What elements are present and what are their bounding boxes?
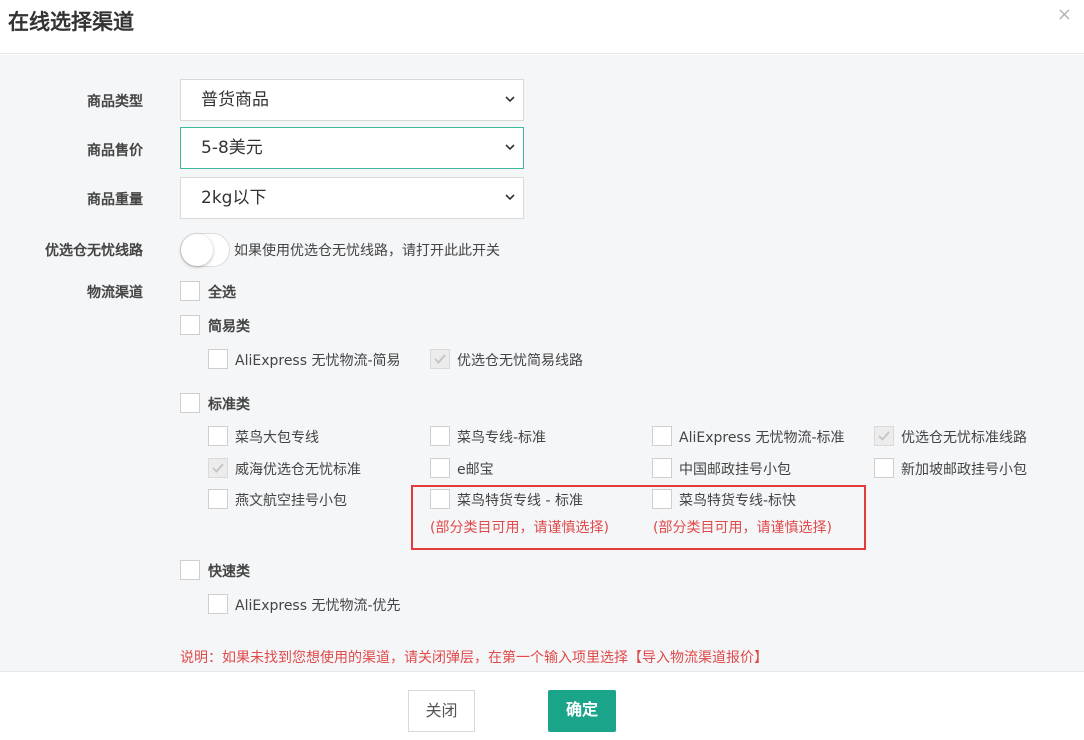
channel-label: 菜鸟专线-标准 [457,430,547,446]
chevron-down-icon [505,144,515,151]
channel-checkbox[interactable] [874,426,894,446]
channel-label: AliExpress 无忧物流-优先 [235,598,401,614]
goods-weight-value: 2kg以下 [201,188,267,208]
preferred-warehouse-label: 优选仓无忧线路 [45,243,143,259]
channel-checkbox[interactable] [430,458,450,478]
check-icon [212,463,224,473]
group-simple-label: 简易类 [208,319,250,335]
goods-weight-select[interactable]: 2kg以下 [180,177,524,219]
channel-checkbox[interactable] [430,426,450,446]
channel-label: e邮宝 [457,462,494,478]
channel-label: 中国邮政挂号小包 [679,462,791,478]
channel-checkbox[interactable] [430,489,450,509]
channel-label: AliExpress 无忧物流-简易 [235,353,401,369]
preferred-warehouse-toggle[interactable] [180,233,230,267]
channel-label: 新加坡邮政挂号小包 [901,462,1027,478]
chevron-down-icon [505,194,515,201]
channel-checkbox[interactable] [652,458,672,478]
channel-label: 菜鸟特货专线 - 标准 [457,493,583,509]
goods-price-label: 商品售价 [87,143,143,159]
channel-checkbox[interactable] [208,349,228,369]
channel-checkbox[interactable] [874,458,894,478]
goods-price-value: 5-8美元 [201,138,263,158]
select-all-checkbox[interactable] [180,281,200,301]
channel-checkbox[interactable] [208,594,228,614]
select-all-label: 全选 [208,285,236,301]
group-simple-checkbox[interactable] [180,315,200,335]
channel-warning: (部分类目可用，请谨慎选择) [430,520,609,536]
dialog-footer [0,671,1084,740]
channel-label: 优选仓无忧标准线路 [901,430,1027,446]
channel-checkbox[interactable] [430,349,450,369]
goods-type-value: 普货商品 [201,90,269,110]
dialog-header [0,0,1084,54]
logistics-channel-label: 物流渠道 [87,285,143,301]
confirm-button[interactable]: 确定 [548,690,616,732]
channel-warning: (部分类目可用，请谨慎选择) [653,520,832,536]
goods-type-select[interactable]: 普货商品 [180,79,524,121]
check-icon [434,354,446,364]
chevron-down-icon [505,96,515,103]
channel-label: 燕文航空挂号小包 [235,493,347,509]
group-standard-checkbox[interactable] [180,393,200,413]
channel-label: 菜鸟特货专线-标快 [679,493,797,509]
preferred-warehouse-hint: 如果使用优选仓无忧线路，请打开此此开关 [234,243,500,259]
group-express-label: 快速类 [208,564,250,580]
dialog-title: 在线选择渠道 [8,10,134,34]
channel-checkbox[interactable] [652,489,672,509]
group-express-checkbox[interactable] [180,560,200,580]
help-note: 说明：如果未找到您想使用的渠道，请关闭弹层，在第一个输入项里选择【导入物流渠道报… [180,650,768,666]
channel-label: 菜鸟大包专线 [235,430,319,446]
goods-type-label: 商品类型 [87,94,143,110]
channel-checkbox[interactable] [208,458,228,478]
channel-checkbox[interactable] [208,489,228,509]
channel-label: 威海优选仓无忧标准 [235,462,361,478]
channel-checkbox[interactable] [208,426,228,446]
channel-label: AliExpress 无忧物流-标准 [679,430,845,446]
goods-price-select[interactable]: 5-8美元 [180,127,524,169]
goods-weight-label: 商品重量 [87,192,143,208]
group-standard-label: 标准类 [208,397,250,413]
toggle-knob [181,234,213,266]
check-icon [878,431,890,441]
close-button[interactable]: 关闭 [408,690,475,732]
channel-checkbox[interactable] [652,426,672,446]
close-icon[interactable]: × [1057,4,1072,25]
channel-label: 优选仓无忧简易线路 [457,353,583,369]
